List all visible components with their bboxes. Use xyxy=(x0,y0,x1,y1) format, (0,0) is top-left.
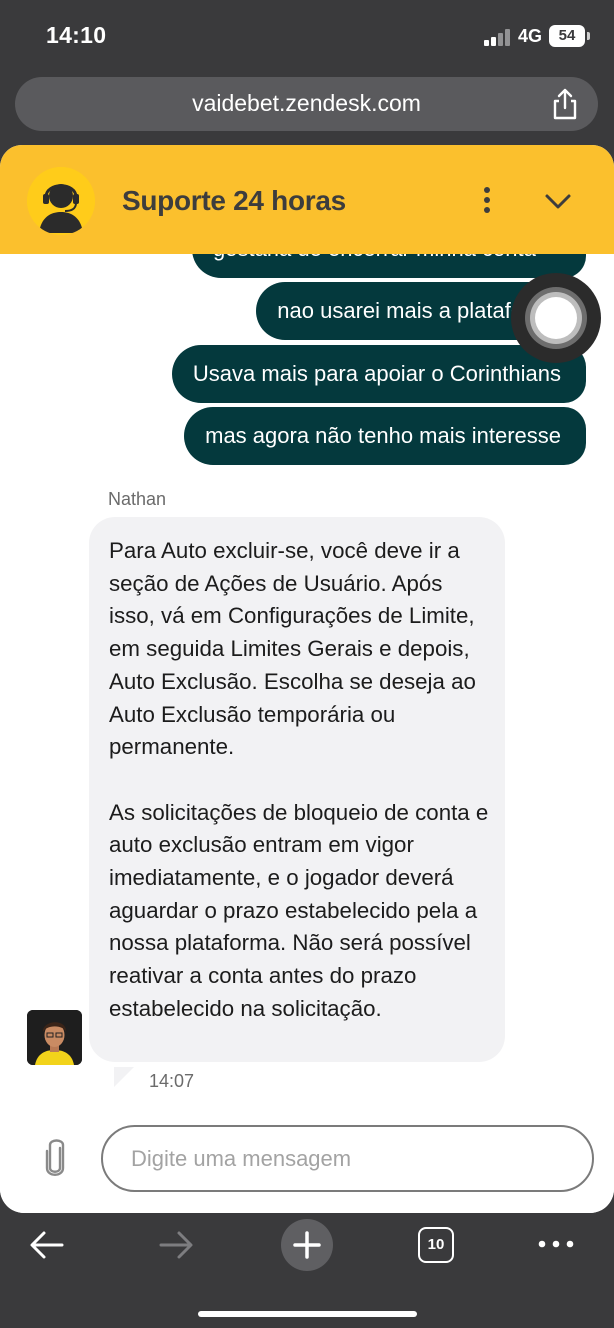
incoming-message: Para Auto excluir-se, você deve ir a seç… xyxy=(89,517,505,1062)
plus-icon xyxy=(293,1231,321,1259)
chat-title: Suporte 24 horas xyxy=(122,185,346,216)
home-indicator[interactable] xyxy=(198,1311,417,1317)
back-arrow-icon[interactable] xyxy=(28,1229,66,1261)
chevron-down-icon[interactable] xyxy=(542,189,574,213)
address-bar[interactable]: vaidebet.zendesk.com xyxy=(15,77,598,131)
paperclip-icon[interactable] xyxy=(42,1137,68,1179)
outgoing-message: Usava mais para apoiar o Corinthians xyxy=(171,345,586,403)
bubble-tail xyxy=(114,1067,134,1087)
outgoing-message: mas agora não tenho mais interesse xyxy=(184,407,586,465)
more-vertical-icon[interactable] xyxy=(476,185,498,215)
assistive-touch-button[interactable] xyxy=(511,273,601,363)
chat-header: Suporte 24 horas xyxy=(0,145,614,254)
network-type: 4G xyxy=(518,26,543,46)
tabs-icon[interactable]: 10 xyxy=(418,1227,454,1263)
new-tab-button[interactable] xyxy=(281,1219,333,1271)
forward-arrow-icon[interactable] xyxy=(157,1229,195,1261)
agent-name: Nathan xyxy=(108,489,167,509)
incoming-message-text: Para Auto excluir-se, você deve ir a seç… xyxy=(109,538,489,1021)
message-input[interactable] xyxy=(101,1125,594,1192)
message-timestamp: 14:07 xyxy=(149,1071,195,1091)
support-agent-icon xyxy=(27,167,95,235)
browser-toolbar: 10 xyxy=(0,1213,614,1328)
share-icon[interactable] xyxy=(550,87,580,121)
url-text[interactable]: vaidebet.zendesk.com xyxy=(15,90,598,117)
status-bar: 14:10 4G 54 xyxy=(0,0,614,70)
cellular-signal-icon xyxy=(484,28,512,46)
battery-icon: 54 xyxy=(549,25,590,47)
status-time: 14:10 xyxy=(46,22,107,48)
more-horizontal-icon[interactable] xyxy=(537,1237,575,1251)
message-composer xyxy=(0,1117,614,1213)
agent-avatar xyxy=(27,1010,82,1065)
